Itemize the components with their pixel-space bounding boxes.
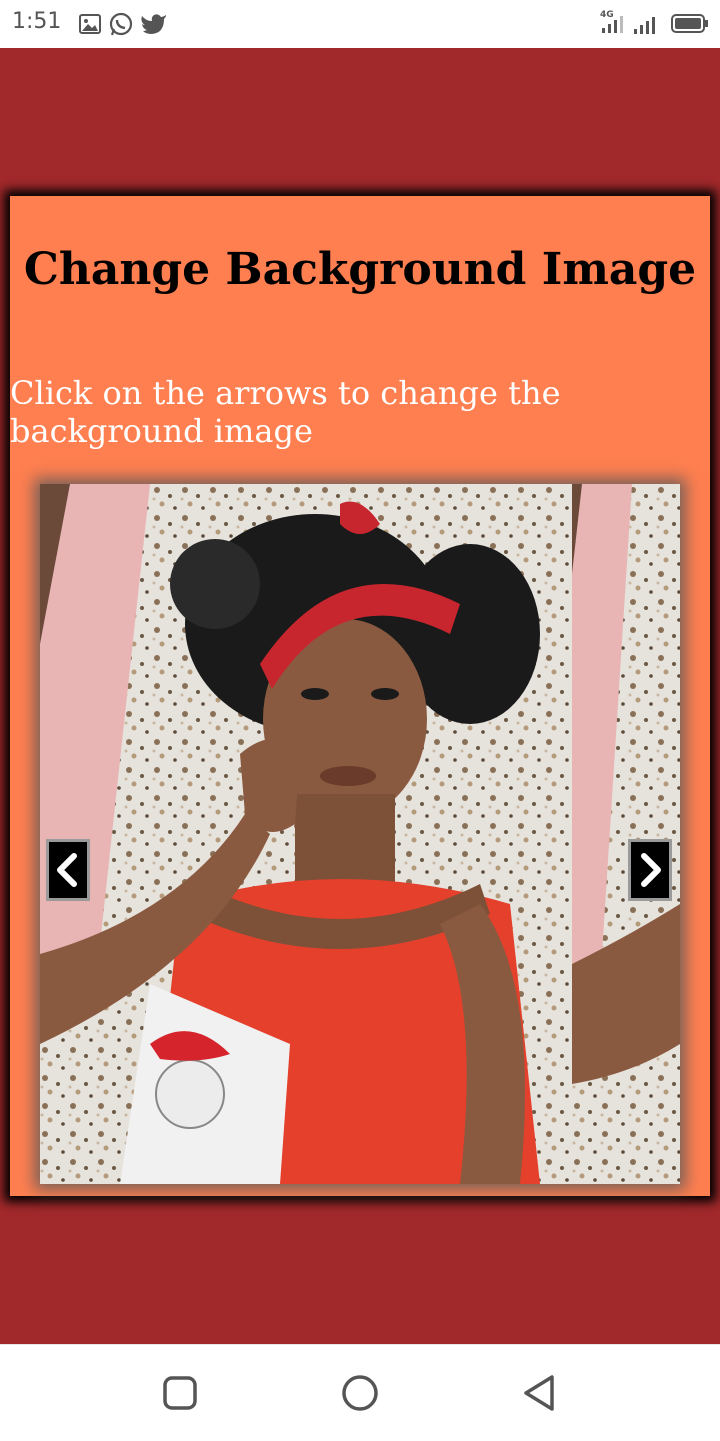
next-photo-preview [572,484,680,1184]
next-image-button[interactable] [628,839,672,901]
card: Change Background Image Click on the arr… [10,196,710,1196]
network-type: 4G [600,10,614,20]
current-photo [40,484,572,1184]
back-icon[interactable] [520,1373,560,1417]
instruction-text: Click on the arrows to change the backgr… [10,374,561,450]
image-viewer [40,484,680,1184]
page-title: Change Background Image [23,244,697,295]
chevron-left-icon [57,853,77,887]
navigation-bar [0,1344,720,1441]
prev-image-button[interactable] [46,839,90,901]
status-bar: 1:51 4G [0,0,720,48]
signal-icon [632,12,660,40]
battery-icon [670,12,710,40]
signal-4g-icon: 4G [598,8,630,40]
chevron-right-icon [641,853,661,887]
twitter-icon [140,12,168,40]
whatsapp-icon [108,12,134,42]
home-icon[interactable] [340,1373,380,1417]
status-time: 1:51 [12,9,62,34]
image-icon [78,12,102,40]
recent-apps-icon[interactable] [162,1373,198,1417]
page-background: Change Background Image Click on the arr… [0,48,720,1344]
